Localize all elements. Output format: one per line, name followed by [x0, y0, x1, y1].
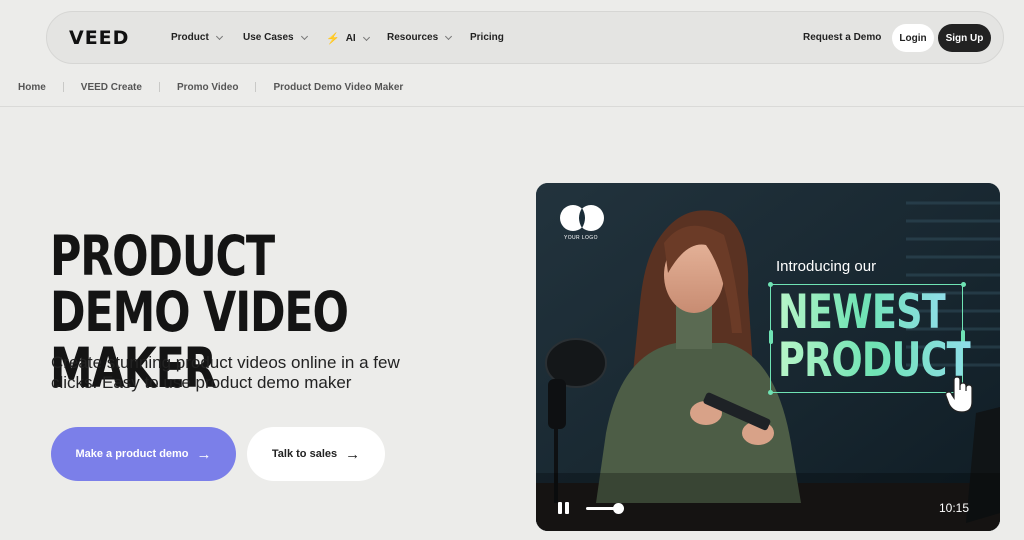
top-nav: VEED Product Use Cases ⚡ AI Resources Pri…	[46, 11, 1004, 64]
arrow-right-icon: →	[196, 445, 212, 463]
chevron-down-icon	[445, 32, 453, 40]
chevron-down-icon	[300, 32, 308, 40]
video-headline-newest: NEWEST	[778, 285, 947, 340]
breadcrumb-separator	[62, 82, 64, 92]
nav-resources-label: Resources	[387, 32, 439, 43]
breadcrumb-promo-video[interactable]: Promo Video	[177, 82, 239, 93]
demo-video-player[interactable]: YOUR LOGO Introducing our NEWEST PRODUCT…	[536, 183, 1000, 531]
video-time: 10:15	[939, 501, 970, 515]
resize-handle[interactable]	[768, 282, 773, 287]
nav-use-cases-label: Use Cases	[243, 32, 294, 43]
breadcrumb-separator	[255, 82, 257, 92]
nav-ai-label: AI	[345, 33, 356, 44]
veed-logo[interactable]: VEED	[69, 27, 129, 49]
resize-handle-left[interactable]	[769, 330, 773, 344]
nav-product-label: Product	[171, 32, 209, 43]
arrow-right-icon: →	[345, 445, 361, 463]
make-product-demo-label: Make a product demo	[75, 448, 189, 460]
progress-knob[interactable]	[613, 503, 624, 514]
nav-pricing-label: Pricing	[470, 32, 504, 43]
signup-button[interactable]: Sign Up	[938, 24, 991, 52]
breadcrumb-current: Product Demo Video Maker	[273, 82, 404, 93]
your-logo-icon	[560, 205, 604, 231]
hero-subtitle: Create stunning product videos online in…	[51, 353, 400, 392]
talk-to-sales-label: Talk to sales	[271, 448, 338, 460]
video-intro-text: Introducing our	[776, 258, 877, 275]
talk-to-sales-button[interactable]: Talk to sales →	[247, 427, 385, 481]
breadcrumb-home[interactable]: Home	[18, 82, 46, 93]
chevron-down-icon	[215, 32, 223, 40]
nav-pricing[interactable]: Pricing	[470, 32, 504, 43]
lightning-icon: ⚡	[326, 33, 340, 45]
breadcrumb-veed-create[interactable]: VEED Create	[81, 82, 142, 93]
request-demo-link[interactable]: Request a Demo	[803, 32, 881, 43]
resize-handle[interactable]	[961, 282, 966, 287]
nav-use-cases[interactable]: Use Cases	[243, 32, 308, 43]
breadcrumb-separator	[158, 82, 160, 92]
nav-resources[interactable]: Resources	[387, 32, 453, 43]
chevron-down-icon	[362, 33, 370, 41]
resize-handle[interactable]	[768, 390, 773, 395]
hand-cursor-icon	[945, 376, 973, 413]
divider	[0, 106, 1024, 107]
make-product-demo-button[interactable]: Make a product demo →	[51, 427, 236, 481]
breadcrumb: Home VEED Create Promo Video Product Dem…	[18, 82, 403, 93]
pause-button[interactable]	[557, 501, 571, 515]
your-logo-text: YOUR LOGO	[564, 235, 598, 241]
login-button[interactable]: Login	[892, 24, 934, 52]
nav-ai[interactable]: ⚡ AI	[326, 32, 370, 45]
video-headline-product: PRODUCT	[778, 333, 972, 388]
nav-product[interactable]: Product	[171, 32, 223, 43]
